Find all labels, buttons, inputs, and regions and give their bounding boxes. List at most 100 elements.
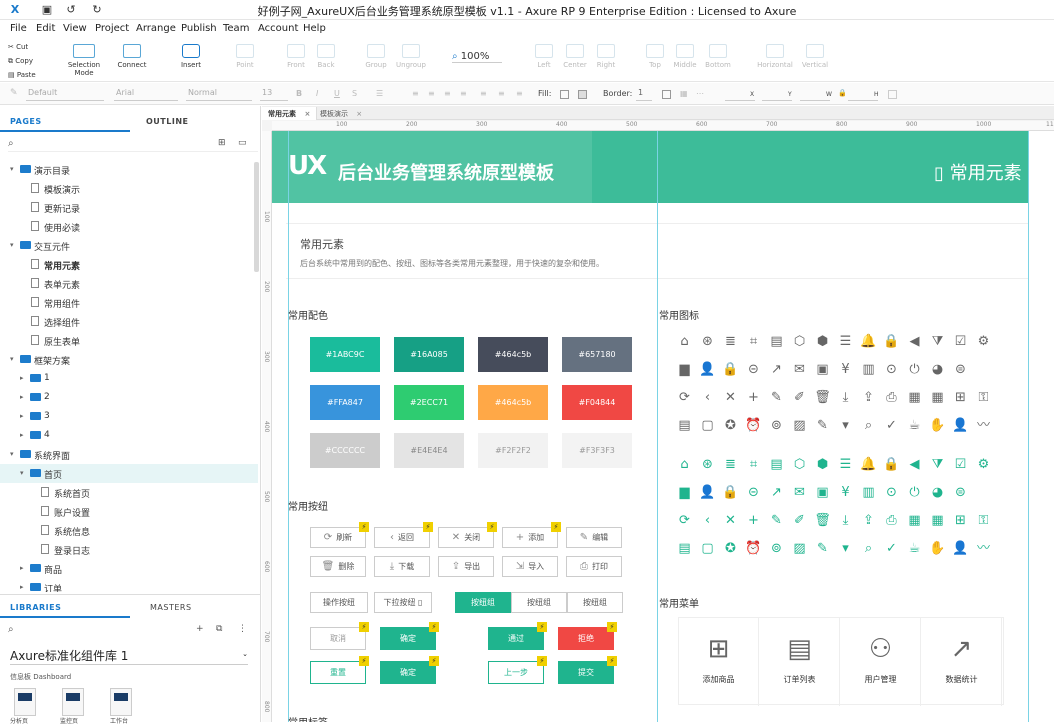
library-more-icon[interactable]: ⋮ xyxy=(238,624,247,634)
point-button[interactable]: Point xyxy=(230,44,260,69)
tree-item-3[interactable]: 使用必读 xyxy=(0,217,258,236)
color-button-2[interactable]: 通过 ⚡ xyxy=(488,622,547,650)
add-library-icon[interactable]: + xyxy=(196,624,204,634)
pages-search[interactable]: ⌕ ⊞ ▭ xyxy=(8,138,258,152)
bullet-list-icon[interactable]: ☰ xyxy=(376,89,383,98)
align-text-left-icon[interactable]: ≡ xyxy=(412,89,419,98)
tree-expander-icon[interactable]: ▾ xyxy=(10,165,14,173)
tree-expander-icon[interactable]: ▸ xyxy=(20,374,24,382)
back-button[interactable]: Back xyxy=(313,44,339,69)
color-button-6[interactable]: 上一步 ⚡ xyxy=(488,656,547,684)
tree-item-5[interactable]: 常用元素 xyxy=(0,255,258,274)
format-painter-icon[interactable]: ✎ xyxy=(10,88,18,98)
border-style-icon[interactable]: ▦ xyxy=(680,89,688,98)
distribute-vertical-button[interactable]: Vertical xyxy=(800,44,830,69)
tab-pages[interactable]: PAGES xyxy=(10,117,42,126)
align-center-button[interactable]: Center xyxy=(562,44,588,69)
library-thumb-2[interactable] xyxy=(62,688,84,716)
library-thumb-1[interactable] xyxy=(14,688,36,716)
icon-button-6[interactable]: ⤓ 下载 xyxy=(374,556,430,577)
icon-button-1[interactable]: ‹ 返回 ⚡ xyxy=(374,522,433,548)
tree-expander-icon[interactable]: ▾ xyxy=(10,355,14,363)
align-right-button[interactable]: Right xyxy=(594,44,618,69)
tree-expander-icon[interactable]: ▸ xyxy=(20,412,24,420)
border-pattern-icon[interactable]: ⋯ xyxy=(696,89,704,98)
cut-button[interactable]: ✂ Cut xyxy=(8,40,36,54)
tree-item-9[interactable]: 原生表单 xyxy=(0,331,258,350)
justify-text-icon[interactable]: ≡ xyxy=(460,89,467,98)
align-bottom-button[interactable]: Bottom xyxy=(704,44,732,69)
connect-button[interactable]: Connect xyxy=(114,44,150,69)
menu-account[interactable]: Account xyxy=(258,23,298,34)
fill-color-swatch[interactable] xyxy=(560,90,569,99)
menu-help[interactable]: Help xyxy=(303,23,326,34)
dropdown-button[interactable]: 下拉按纽 ▯ xyxy=(374,592,432,613)
hidden-toggle[interactable] xyxy=(888,90,897,99)
menu-view[interactable]: View xyxy=(63,23,87,34)
strikethrough-icon[interactable]: S xyxy=(352,89,357,98)
tree-item-22[interactable]: ▸ 订单 xyxy=(0,578,258,592)
tree-item-17[interactable]: 系统首页 xyxy=(0,483,258,502)
icon-button-0[interactable]: ⟳ 刷新 ⚡ xyxy=(310,522,369,548)
tree-item-7[interactable]: 常用组件 xyxy=(0,293,258,312)
doc-tab-2[interactable]: 模板演示 × xyxy=(314,107,368,120)
tree-item-6[interactable]: 表单元素 xyxy=(0,274,258,293)
icon-button-5[interactable]: 🗑 删除 xyxy=(310,556,366,577)
library-options-icon[interactable]: ⧉ xyxy=(216,624,222,634)
tree-item-14[interactable]: ▸ 4 xyxy=(0,426,258,445)
add-page-icon[interactable]: ⊞ xyxy=(218,138,226,148)
tree-item-4[interactable]: ▾ 交互元件 xyxy=(0,236,258,255)
menu-project[interactable]: Project xyxy=(95,23,129,34)
font-select[interactable]: Arial xyxy=(114,88,178,101)
icon-button-2[interactable]: ✕ 关闭 ⚡ xyxy=(438,522,497,548)
button-group-2[interactable]: 按纽组 xyxy=(511,592,567,613)
tree-item-10[interactable]: ▾ 框架方案 xyxy=(0,350,258,369)
bold-icon[interactable]: B xyxy=(296,89,302,98)
weight-select[interactable]: Normal xyxy=(186,88,252,101)
menu-card-0[interactable]: ⊞ 添加商品 xyxy=(679,618,759,706)
menu-card-3[interactable]: ↗ 数据统计 xyxy=(922,618,1002,706)
align-text-right-icon[interactable]: ≡ xyxy=(444,89,451,98)
tree-item-18[interactable]: 账户设置 xyxy=(0,502,258,521)
align-top-button[interactable]: Top xyxy=(643,44,667,69)
close-tab-2-icon[interactable]: × xyxy=(356,110,362,118)
template-banner[interactable]: UX 后台业务管理系统原型模板 ▯ 常用元素 xyxy=(272,131,1029,203)
align-middle-button[interactable]: Middle xyxy=(672,44,698,69)
valign-bottom-icon[interactable]: ≡ xyxy=(516,89,523,98)
tree-expander-icon[interactable]: ▸ xyxy=(20,431,24,439)
button-group-3[interactable]: 按纽组 xyxy=(567,592,623,613)
tree-expander-icon[interactable]: ▾ xyxy=(20,469,24,477)
tree-item-15[interactable]: ▾ 系统界面 xyxy=(0,445,258,464)
menu-file[interactable]: File xyxy=(10,23,27,34)
libraries-search[interactable]: ⌕ + ⧉ ⋮ xyxy=(8,624,258,638)
tree-item-2[interactable]: 更新记录 xyxy=(0,198,258,217)
front-button[interactable]: Front xyxy=(283,44,309,69)
tab-outline[interactable]: OUTLINE xyxy=(146,117,189,126)
tree-scrollbar[interactable] xyxy=(254,162,259,272)
tree-expander-icon[interactable]: ▸ xyxy=(20,393,24,401)
menu-team[interactable]: Team xyxy=(223,23,249,34)
tree-item-16[interactable]: ▾ 首页 xyxy=(0,464,258,483)
zoom-select[interactable]: ⌕ 100% xyxy=(452,51,502,63)
tree-expander-icon[interactable]: ▸ xyxy=(20,564,24,572)
tree-item-20[interactable]: 登录日志 xyxy=(0,540,258,559)
tree-item-8[interactable]: 选择组件 xyxy=(0,312,258,331)
align-text-center-icon[interactable]: ≡ xyxy=(428,89,435,98)
icon-button-3[interactable]: + 添加 ⚡ xyxy=(502,522,561,548)
menu-edit[interactable]: Edit xyxy=(36,23,55,34)
color-button-7[interactable]: 提交 ⚡ xyxy=(558,656,617,684)
tree-item-12[interactable]: ▸ 2 xyxy=(0,388,258,407)
tab-masters[interactable]: MASTERS xyxy=(150,603,192,612)
tree-item-1[interactable]: 模板演示 xyxy=(0,179,258,198)
ungroup-button[interactable]: Ungroup xyxy=(394,44,428,69)
color-button-3[interactable]: 拒绝 ⚡ xyxy=(558,622,617,650)
icon-button-4[interactable]: ✎ 编辑 xyxy=(566,527,622,548)
tree-expander-icon[interactable]: ▾ xyxy=(10,450,14,458)
doc-tab-active[interactable]: 常用元素 × xyxy=(262,107,318,120)
library-category[interactable]: 信息板 Dashboard xyxy=(10,672,71,682)
tree-item-0[interactable]: ▾ 演示目录 xyxy=(0,160,258,179)
align-left-button[interactable]: Left xyxy=(532,44,556,69)
color-button-5[interactable]: 确定 ⚡ xyxy=(380,656,439,684)
tab-libraries[interactable]: LIBRARIES xyxy=(10,603,61,612)
border-color-swatch[interactable] xyxy=(662,90,671,99)
